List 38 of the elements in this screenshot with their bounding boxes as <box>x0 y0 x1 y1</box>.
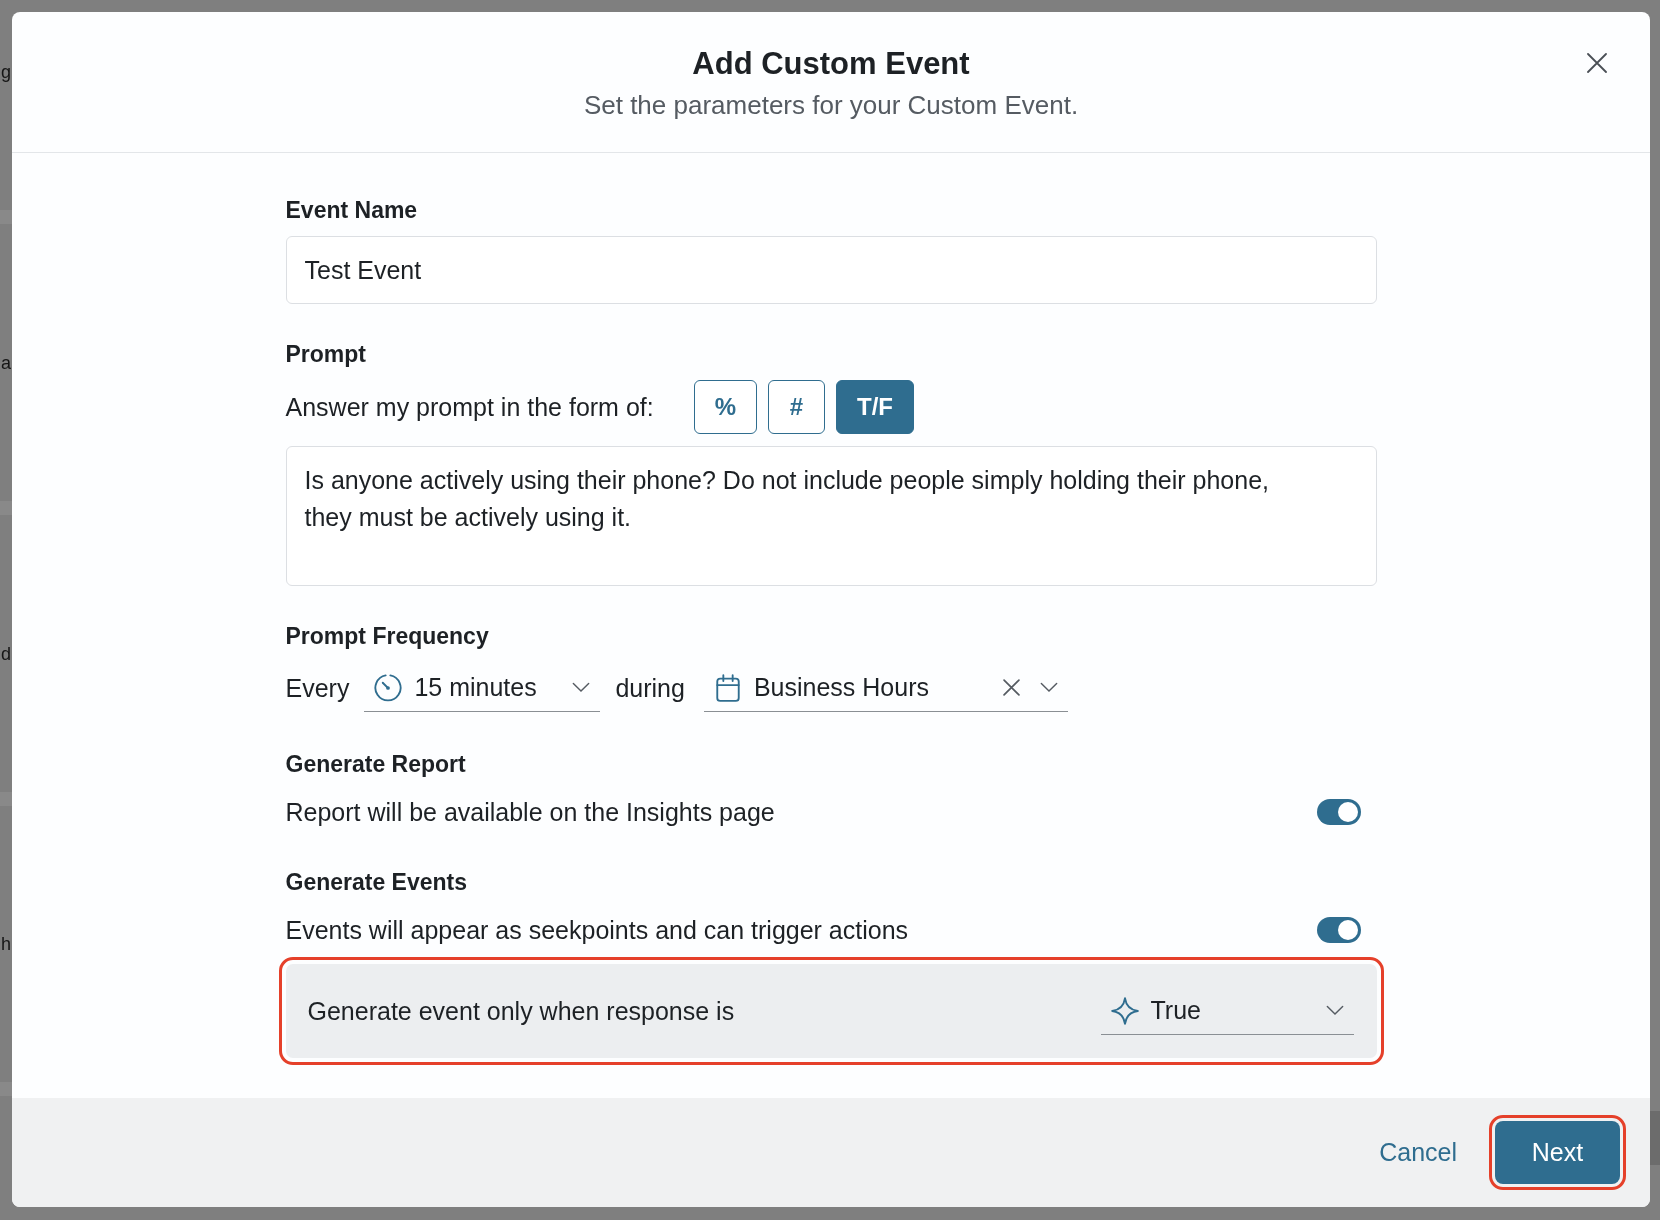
toggle-switch[interactable] <box>1316 799 1361 825</box>
schedule-dropdown[interactable]: Business Hours <box>703 664 1068 712</box>
backdrop-text: h <box>0 933 11 957</box>
setting-description: Events will appear as seekpoints and can trigger actions <box>285 915 909 946</box>
prompt-textarea[interactable]: Is anyone actively using their phone? Do not include people simply holding their phone, they must be actively using it. <box>285 446 1377 586</box>
backdrop-text: a <box>0 351 11 375</box>
setting-title: Generate Report <box>285 750 466 778</box>
cancel-button[interactable]: Cancel <box>1379 1130 1457 1175</box>
backdrop-text: g <box>0 61 11 84</box>
setting-description: Report will be available on the Insights page <box>285 797 775 828</box>
setting-title: Generate Events <box>285 868 468 896</box>
field-label: Prompt <box>285 340 366 368</box>
format-label: Answer my prompt in the form of: <box>285 392 654 422</box>
chevron-down-icon <box>572 682 591 693</box>
format-option-button[interactable]: T/F <box>836 380 915 434</box>
dialog-title: Add Custom Event <box>692 46 970 82</box>
field-label: Event Name <box>285 196 418 224</box>
toggle-switch[interactable] <box>1316 917 1361 943</box>
every-label: Every <box>285 673 350 704</box>
next-button[interactable]: Next <box>1495 1121 1620 1184</box>
sparkle-icon <box>1110 996 1139 1025</box>
condition-label: Generate event only when response is <box>307 996 735 1027</box>
chevron-down-icon <box>1039 682 1058 693</box>
calendar-icon <box>713 673 742 702</box>
during-label: during <box>615 673 685 704</box>
backdrop-stripe <box>1650 1111 1660 1165</box>
backdrop-text: d <box>0 642 11 666</box>
chevron-down-icon <box>1325 1005 1344 1016</box>
interval-dropdown[interactable]: 15 minutes <box>364 664 601 712</box>
event-name-input[interactable]: Test Event <box>285 236 1377 304</box>
close-icon[interactable] <box>1587 53 1607 73</box>
timer-icon <box>374 673 403 702</box>
format-option-button[interactable]: # <box>768 380 826 434</box>
response-dropdown[interactable]: True <box>1100 987 1354 1035</box>
clear-icon[interactable] <box>1002 679 1020 696</box>
dialog-subtitle: Set the parameters for your Custom Event. <box>583 90 1079 120</box>
field-label: Prompt Frequency <box>285 622 489 650</box>
format-option-button[interactable]: % <box>693 380 758 434</box>
